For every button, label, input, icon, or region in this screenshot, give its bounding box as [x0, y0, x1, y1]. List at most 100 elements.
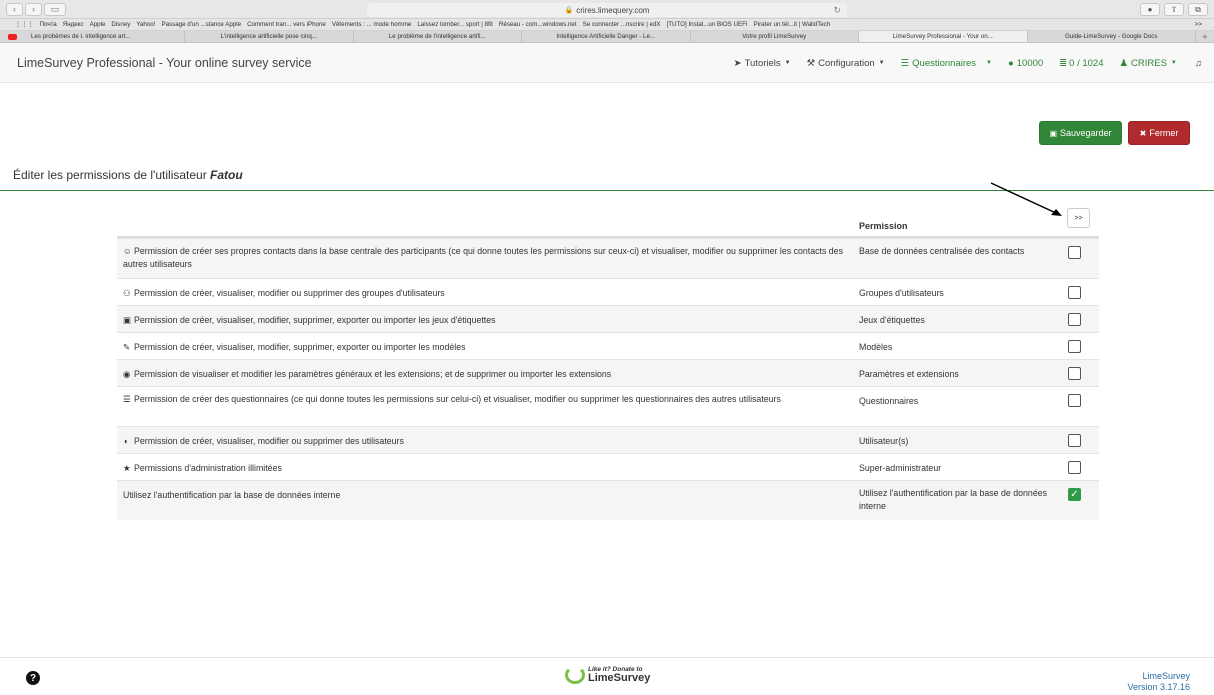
permission-description: ✎ Permission de créer, visualiser, modifi… — [123, 341, 843, 354]
permission-name: Modèles — [859, 342, 893, 352]
help-icon[interactable]: ? — [26, 671, 40, 685]
table-row: ☺ Permission de créer ses propres contact… — [117, 238, 1099, 278]
reload-icon[interactable]: ↻ — [833, 5, 841, 16]
expand-all-button[interactable]: >> — [1067, 208, 1090, 228]
permission-description: ◖ Permission de créer, visualiser, modifi… — [123, 435, 843, 448]
favorite-link[interactable]: Pirater un tél...it | WalidTech — [754, 21, 831, 28]
save-label: Sauvegarder — [1060, 128, 1112, 138]
favorites-more-button[interactable]: >> — [1195, 21, 1202, 28]
user-groups-icon: ⚇ — [123, 288, 131, 298]
favorite-link[interactable]: Comment tran... vers iPhone — [247, 21, 326, 28]
favorite-link[interactable]: Vêtements : ... mode homme — [332, 21, 411, 28]
permission-checkbox[interactable] — [1068, 340, 1081, 353]
save-button[interactable]: ▣ Sauvegarder — [1039, 121, 1122, 145]
tutorials-menu[interactable]: ➤ Tutoriels ▼ — [734, 58, 791, 69]
favorite-link[interactable]: Apple — [90, 21, 106, 28]
user-menu[interactable]: ♟ CRIRES ▼ — [1119, 58, 1176, 69]
forward-button[interactable]: › — [25, 2, 42, 16]
permission-checkbox-checked[interactable]: ✓ — [1068, 488, 1081, 501]
tab-title: L'intelligence artificielle pose cinq... — [220, 33, 317, 40]
favorite-link[interactable]: Réseau - com...windows.net — [499, 21, 577, 28]
version-info[interactable]: LimeSurvey Version 3.17.16 — [1127, 671, 1190, 693]
brand-title[interactable]: LimeSurvey Professional - Your online su… — [17, 56, 312, 70]
table-header: Permission >> — [117, 208, 1099, 238]
youtube-icon — [8, 33, 17, 40]
table-row: ◉ Permission de visualiser et modifier le… — [117, 359, 1099, 386]
extension-icon[interactable]: ● — [1140, 3, 1160, 16]
wrench-icon: ⚒ — [806, 57, 816, 69]
tutorials-label: Tutoriels — [744, 57, 781, 69]
responses-counter[interactable]: ● 10000 — [1008, 58, 1043, 69]
permission-description: ☺ Permission de créer ses propres contact… — [123, 245, 843, 271]
lock-icon: 🔒 — [564, 7, 574, 14]
browser-tab[interactable]: L'intelligence artificielle pose cinq... — [185, 31, 354, 42]
permission-checkbox[interactable] — [1068, 394, 1081, 407]
bell-icon[interactable]: ♫ — [1195, 58, 1202, 69]
app-navbar: LimeSurvey Professional - Your online su… — [0, 43, 1214, 83]
permission-checkbox[interactable] — [1068, 286, 1081, 299]
favorite-link[interactable]: Disney — [111, 21, 130, 28]
user-icon: ♟ — [1119, 57, 1129, 69]
new-tab-button[interactable]: + — [1196, 31, 1214, 42]
footer: ? Like it? Donate to LimeSurvey LimeSurv… — [0, 657, 1214, 695]
favorite-link[interactable]: Yahoo! — [136, 21, 155, 28]
chevron-down-icon: ▼ — [784, 60, 791, 66]
close-button[interactable]: ✖ Fermer — [1128, 121, 1190, 145]
browser-tab[interactable]: Guide-LimeSurvey - Google Docs — [1028, 31, 1196, 42]
permission-checkbox[interactable] — [1068, 313, 1081, 326]
browser-toolbar: ‹ › ▭ 🔒 crires.limequery.com ↻ ● ⇧ ⧉ — [0, 0, 1214, 19]
permission-description: ◉ Permission de visualiser et modifier le… — [123, 368, 843, 381]
address-bar[interactable]: 🔒 crires.limequery.com ↻ — [367, 3, 847, 17]
permission-description-text: Permission de visualiser et modifier les… — [134, 369, 612, 379]
chevron-down-icon: ▼ — [986, 60, 992, 66]
floppy-icon: ▣ — [1049, 128, 1057, 138]
paper-plane-icon: ➤ — [733, 57, 742, 69]
favorite-link[interactable]: Почта — [40, 21, 57, 28]
favorites-grid-icon[interactable]: ⋮⋮⋮ — [15, 21, 34, 28]
tab-title: Guide-LimeSurvey - Google Docs — [1064, 33, 1158, 40]
permission-description-text: Permission de créer, visualiser, modifie… — [134, 315, 496, 325]
table-row: ▣ Permission de créer, visualiser, modifi… — [117, 305, 1099, 332]
participants-icon: ☺ — [123, 246, 132, 256]
share-icon[interactable]: ⇧ — [1164, 3, 1184, 16]
permission-description-text: Permission de créer ses propres contacts… — [123, 246, 843, 269]
storage-counter[interactable]: ≣ 0 / 1024 — [1059, 58, 1103, 69]
url-text: crires.limequery.com — [576, 5, 650, 15]
tab-title: Les probèmes de l. intelligence art... — [31, 33, 131, 40]
permission-description: ⚇ Permission de créer, visualiser, modifi… — [123, 287, 843, 300]
donate-link[interactable]: Like it? Donate to LimeSurvey — [565, 666, 650, 684]
globe-icon: ◉ — [123, 369, 131, 379]
close-icon: ✖ — [1139, 128, 1147, 138]
browser-tab[interactable]: Les probèmes de l. intelligence art... — [0, 31, 185, 42]
permission-checkbox[interactable] — [1068, 246, 1081, 259]
permission-name: Utilisateur(s) — [859, 436, 909, 446]
configuration-menu[interactable]: ⚒ Configuration ▼ — [807, 58, 885, 69]
favorite-link[interactable]: [TUTO] Instal...un BIOS UEFI — [667, 21, 748, 28]
responses-value: 10000 — [1016, 57, 1044, 69]
permission-checkbox[interactable] — [1068, 367, 1081, 380]
sidebar-toggle-button[interactable]: ▭ — [44, 2, 66, 16]
permission-checkbox[interactable] — [1068, 434, 1081, 447]
favorite-link[interactable]: Passage d'un ...stance Apple — [161, 21, 241, 28]
close-label: Fermer — [1149, 128, 1179, 138]
browser-tab-active[interactable]: LimeSurvey Professional - Your on... — [859, 31, 1028, 42]
browser-tab[interactable]: Intelligence Artificielle Danger - Le... — [522, 31, 691, 42]
browser-tab[interactable]: Le problème de l'intelligence artifi... — [354, 31, 522, 42]
permission-description-text: Permission de créer, visualiser, modifie… — [134, 288, 445, 298]
table-row: ✎ Permission de créer, visualiser, modifi… — [117, 332, 1099, 359]
back-button[interactable]: ‹ — [6, 2, 23, 16]
favorite-link[interactable]: Laissez tomber... sport | 8fit — [417, 21, 493, 28]
table-row: ★ Permissions d'administration illimitées… — [117, 453, 1099, 480]
tab-title: LimeSurvey Professional - Your on... — [892, 33, 993, 40]
tabs-overview-icon[interactable]: ⧉ — [1188, 3, 1208, 16]
permission-description-text: Permission de créer, visualiser, modifie… — [134, 342, 466, 352]
favorite-link[interactable]: Se connecter ...nscrire | edX — [583, 21, 661, 28]
permission-description-text: Utilisez l'authentification par la base … — [123, 490, 341, 500]
permission-name: Super-administrateur — [859, 463, 942, 473]
browser-tab[interactable]: Votre profil LimeSurvey — [691, 31, 859, 42]
surveys-menu[interactable]: ☰ Questionnaires ▼ — [901, 58, 992, 69]
tab-title: Le problème de l'intelligence artifi... — [388, 33, 486, 40]
permission-checkbox[interactable] — [1068, 461, 1081, 474]
permission-name: Questionnaires — [859, 396, 919, 406]
favorite-link[interactable]: Яндекс — [63, 21, 84, 28]
